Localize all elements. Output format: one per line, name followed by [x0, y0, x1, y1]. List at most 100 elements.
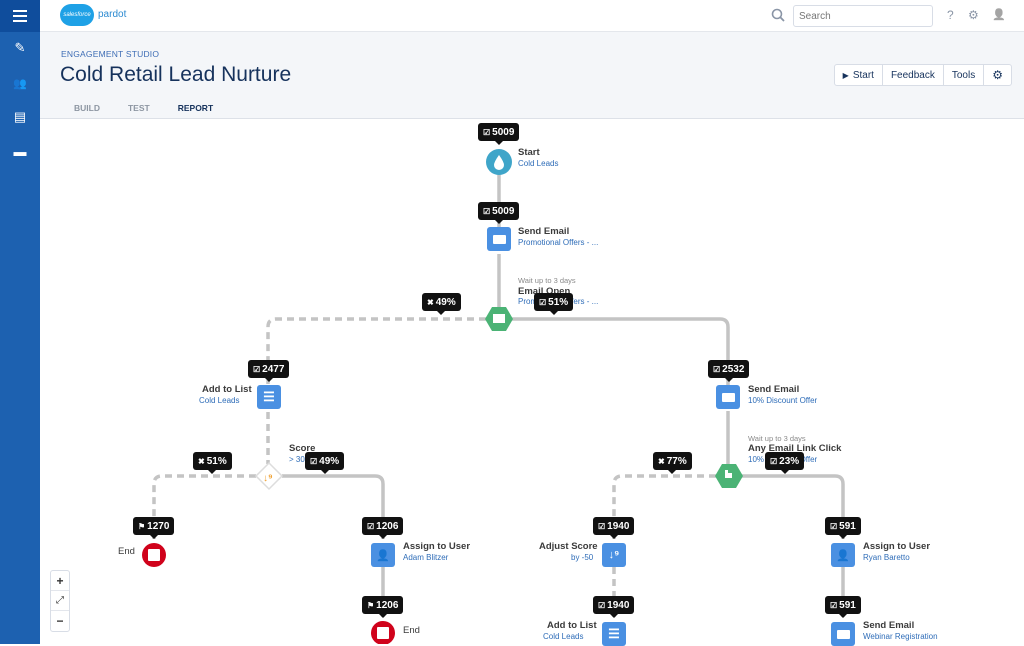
- search-input[interactable]: [793, 5, 933, 27]
- yes-percent-badge: ☑49%: [305, 452, 344, 470]
- checkbox-icon: ☑: [483, 207, 490, 216]
- count-badge: ☑2477: [248, 360, 289, 378]
- people-icon: 👥: [13, 77, 27, 90]
- flow-canvas[interactable]: ↓⁹ ☰ 👤 ↓⁹ ☰ 👤 Start Cold Leads Send Emai…: [40, 119, 1024, 644]
- x-circle-icon: ✖: [427, 298, 434, 307]
- node-title: Assign to User: [863, 541, 930, 552]
- assign-user-node[interactable]: 👤: [371, 543, 395, 567]
- node-subtitle[interactable]: > 30: [289, 455, 305, 464]
- badge-value: 591: [839, 521, 856, 532]
- node-subtitle[interactable]: Adam Blitzer: [403, 553, 448, 562]
- wand-icon: ✎: [15, 40, 26, 56]
- envelope-icon: [837, 630, 850, 639]
- checkbox-icon: ☑: [830, 601, 837, 610]
- envelope-icon: [493, 235, 506, 244]
- gear-icon: ⚙: [992, 68, 1003, 82]
- badge-value: 1940: [607, 521, 629, 532]
- node-subtitle[interactable]: Cold Leads: [518, 159, 558, 168]
- envelope-icon: [722, 393, 735, 402]
- node-subtitle[interactable]: Cold Leads: [543, 632, 583, 641]
- briefcase-icon: ▬: [14, 144, 27, 159]
- node-title: Add to List: [202, 384, 252, 395]
- help-icon[interactable]: ?: [947, 8, 954, 22]
- sidebar-item-prospects[interactable]: 👥: [0, 71, 40, 95]
- checkbox-icon: ☑: [483, 128, 490, 137]
- breadcrumb: ENGAGEMENT STUDIO: [61, 49, 159, 59]
- yes-percent-badge: ☑51%: [534, 293, 573, 311]
- top-bar: salesforce pardot ? ⚙ 👤: [40, 0, 1024, 32]
- assign-user-node[interactable]: 👤: [831, 543, 855, 567]
- node-subtitle[interactable]: 10% Discount Offer: [748, 396, 817, 405]
- menu-button[interactable]: [0, 0, 40, 32]
- node-subtitle[interactable]: Ryan Baretto: [863, 553, 910, 562]
- badge-value: 23%: [779, 456, 799, 467]
- badge-value: 5009: [492, 127, 514, 138]
- badge-value: 51%: [207, 456, 227, 467]
- badge-value: 2532: [722, 364, 744, 375]
- add-user-icon: 👤: [836, 549, 850, 562]
- adjust-score-node[interactable]: ↓⁹: [602, 543, 626, 567]
- wait-label: Wait up to 3 days: [748, 434, 806, 443]
- node-title: Start: [518, 147, 540, 158]
- sidebar-item-reports[interactable]: ▤: [0, 105, 40, 129]
- node-subtitle[interactable]: Webinar Registration: [863, 632, 938, 641]
- reports-icon: ▤: [14, 109, 26, 125]
- wait-label: Wait up to 3 days: [518, 276, 576, 285]
- no-percent-badge: ✖77%: [653, 452, 692, 470]
- send-email-node[interactable]: [487, 227, 511, 251]
- yes-percent-badge: ☑23%: [765, 452, 804, 470]
- salesforce-logo[interactable]: salesforce: [60, 4, 94, 26]
- user-icon[interactable]: 👤: [992, 8, 1006, 21]
- send-email-node[interactable]: [831, 622, 855, 646]
- add-to-list-node[interactable]: ☰: [257, 385, 281, 409]
- count-badge: ☑5009: [478, 202, 519, 220]
- send-email-node[interactable]: [716, 385, 740, 409]
- count-badge: ☑5009: [478, 123, 519, 141]
- badge-value: 5009: [492, 206, 514, 217]
- sort-icon: ↓⁹: [263, 473, 273, 484]
- count-badge: ☑591: [825, 596, 861, 614]
- left-nav-sidebar: ✎ 👥 ▤ ▬: [0, 0, 40, 644]
- program-settings-button[interactable]: ⚙: [984, 65, 1011, 85]
- flag-icon: ⚑: [138, 522, 145, 531]
- badge-value: 51%: [548, 297, 568, 308]
- node-title: End: [118, 546, 135, 557]
- zoom-out-button[interactable]: −: [51, 611, 69, 631]
- count-badge: ☑1206: [362, 517, 403, 535]
- fit-to-screen-button[interactable]: ⤢: [51, 591, 69, 611]
- search-icon[interactable]: [771, 8, 785, 22]
- badge-value: 1206: [376, 600, 398, 611]
- sidebar-item-marketing[interactable]: ✎: [0, 36, 40, 60]
- tools-button[interactable]: Tools: [944, 65, 984, 85]
- checkbox-icon: ☑: [830, 522, 837, 531]
- node-subtitle[interactable]: by -50: [571, 553, 593, 562]
- sidebar-item-admin[interactable]: ▬: [0, 139, 40, 163]
- pardot-logo-text: pardot: [98, 9, 126, 20]
- checkbox-icon: ☑: [598, 522, 605, 531]
- settings-icon[interactable]: ⚙: [968, 8, 979, 22]
- node-subtitle[interactable]: Cold Leads: [199, 396, 239, 405]
- stop-icon: [148, 549, 160, 561]
- add-to-list-node[interactable]: ☰: [602, 622, 626, 646]
- count-badge: ⚑1206: [362, 596, 403, 614]
- flow-connectors: ↓⁹: [40, 119, 1024, 644]
- zoom-in-button[interactable]: +: [51, 571, 69, 591]
- list-icon: ☰: [608, 626, 620, 642]
- badge-value: 77%: [667, 456, 687, 467]
- play-icon: ▶: [843, 71, 849, 80]
- node-title: Adjust Score: [539, 541, 598, 552]
- x-circle-icon: ✖: [658, 457, 665, 466]
- no-percent-badge: ✖51%: [193, 452, 232, 470]
- badge-value: 49%: [436, 297, 456, 308]
- checkbox-icon: ☑: [598, 601, 605, 610]
- start-button[interactable]: ▶Start: [835, 65, 883, 85]
- count-badge: ☑1940: [593, 596, 634, 614]
- badge-value: 1940: [607, 600, 629, 611]
- feedback-button[interactable]: Feedback: [883, 65, 944, 85]
- node-title: Send Email: [518, 226, 569, 237]
- node-title: Assign to User: [403, 541, 470, 552]
- badge-value: 2477: [262, 364, 284, 375]
- node-subtitle[interactable]: Promotional Offers - ...: [518, 238, 598, 247]
- count-badge: ☑591: [825, 517, 861, 535]
- badge-value: 1206: [376, 521, 398, 532]
